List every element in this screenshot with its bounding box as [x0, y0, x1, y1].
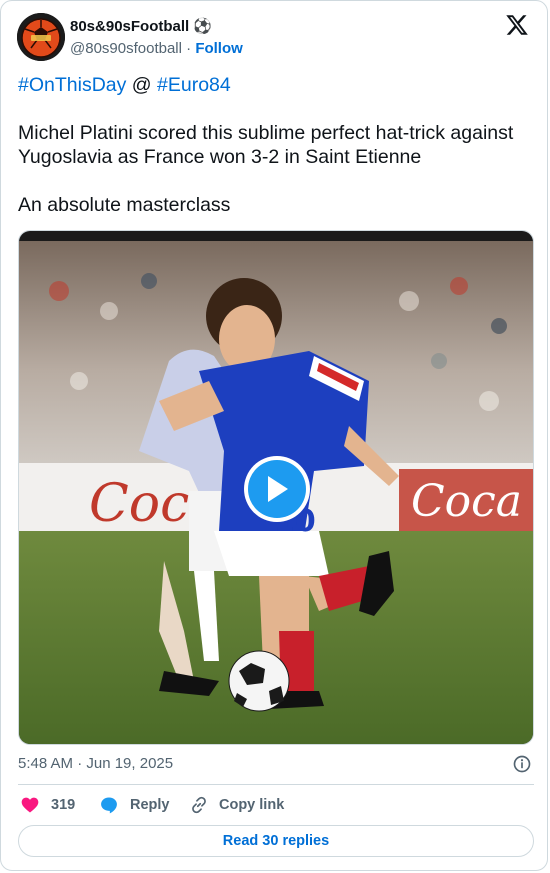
hashtag-euro84-link[interactable]: #Euro84: [157, 74, 231, 96]
like-count: 319: [51, 797, 76, 813]
football-ball-avatar-image: [17, 13, 65, 61]
play-button[interactable]: [244, 456, 310, 522]
x-logo-icon[interactable]: [505, 13, 529, 37]
reply-label: Reply: [130, 797, 170, 813]
divider: [18, 784, 534, 785]
at-symbol: @: [131, 74, 152, 96]
read-replies-button[interactable]: Read 30 replies: [18, 825, 534, 857]
author-handle[interactable]: @80s90sfootball: [70, 40, 182, 57]
tweet-paragraph-2: An absolute masterclass: [18, 194, 231, 216]
copy-link-action[interactable]: Copy link: [189, 793, 284, 817]
link-chain-icon: [192, 796, 206, 814]
svg-text:Coca: Coca: [411, 476, 522, 527]
follow-button[interactable]: Follow: [195, 40, 243, 57]
tweet-header: 80s&90sFootball ⚽ @80s90sfootball · Foll…: [17, 13, 531, 63]
author-display-name[interactable]: 80s&90sFootball ⚽: [70, 17, 243, 37]
author-handle-line: @80s90sfootball · Follow: [70, 39, 243, 59]
tweet-line-hashtags: #OnThisDay @ #Euro84: [18, 73, 533, 97]
like-action[interactable]: 319: [20, 793, 75, 817]
tweet-timestamp-link[interactable]: 5:48 AM · Jun 19, 2025: [18, 755, 173, 772]
tweet-paragraph-1: Michel Platini scored this sublime perfe…: [18, 122, 514, 168]
hashtag-onthisday-link[interactable]: #OnThisDay: [18, 74, 126, 96]
tweet-text: #OnThisDay @ #Euro84 Michel Platini scor…: [18, 73, 533, 241]
video-media[interactable]: Coca Coca Coca 10: [18, 230, 534, 745]
reply-bubble-icon: [101, 797, 117, 814]
tweet-card: 80s&90sFootball ⚽ @80s90sfootball · Foll…: [0, 0, 548, 871]
soccer-ball-emoji-icon: ⚽: [193, 18, 213, 35]
play-button-inner: [248, 460, 306, 518]
handle-separator: ·: [186, 40, 192, 57]
info-icon[interactable]: [512, 754, 532, 774]
reply-action[interactable]: Reply: [99, 793, 170, 817]
heart-icon: [21, 797, 39, 813]
avatar[interactable]: [17, 13, 65, 61]
play-icon: [268, 476, 288, 502]
copy-link-label: Copy link: [219, 797, 285, 813]
tweet-meta: 5:48 AM · Jun 19, 2025: [18, 753, 534, 775]
author-info: 80s&90sFootball ⚽ @80s90sfootball · Foll…: [70, 17, 243, 59]
author-name-text[interactable]: 80s&90sFootball: [70, 18, 189, 35]
